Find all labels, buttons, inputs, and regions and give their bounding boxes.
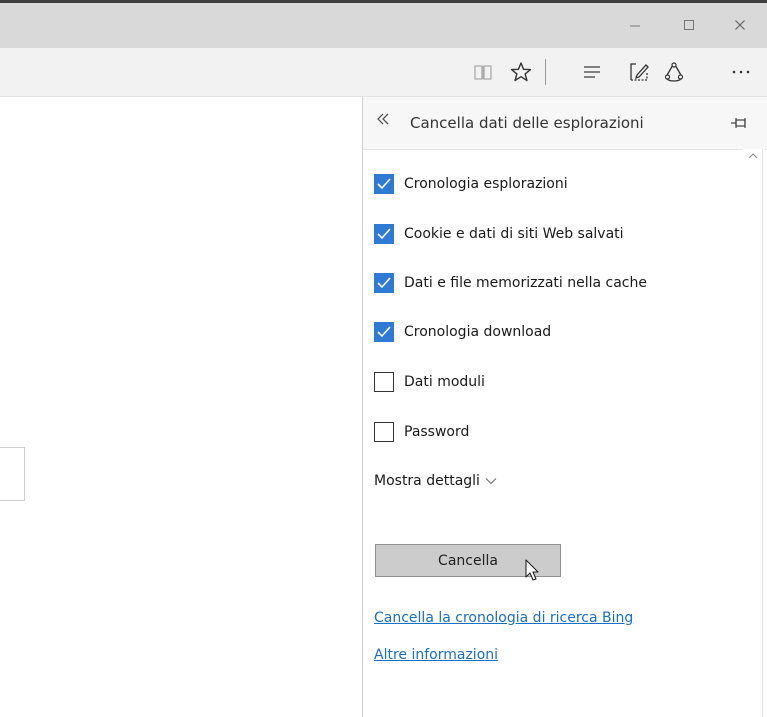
close-icon xyxy=(735,20,745,30)
hub-button[interactable] xyxy=(580,60,604,84)
option-passwords[interactable]: Password xyxy=(374,420,469,444)
checkmark-icon xyxy=(377,178,391,190)
more-icon xyxy=(732,70,750,74)
share-icon xyxy=(664,62,684,82)
panel-scrollbar[interactable] xyxy=(743,149,765,717)
pin-button[interactable] xyxy=(730,113,750,133)
panel-back-button[interactable] xyxy=(375,111,391,132)
more-info-link[interactable]: Altre informazioni xyxy=(374,647,498,663)
checkmark-icon xyxy=(377,277,391,289)
checkbox-browsing-history[interactable] xyxy=(374,174,394,194)
checkbox-form-data[interactable] xyxy=(374,372,394,392)
clear-data-panel: Cancella dati delle esplorazioni Cronolo… xyxy=(362,97,767,717)
page-input-box[interactable] xyxy=(0,447,25,501)
option-label: Cookie e dati di siti Web salvati xyxy=(404,226,624,242)
hub-icon xyxy=(584,66,600,78)
option-label: Dati e file memorizzati nella cache xyxy=(404,275,647,291)
checkmark-icon xyxy=(377,326,391,338)
reading-view-button[interactable] xyxy=(471,60,495,84)
favorites-star-icon xyxy=(510,62,532,82)
browser-toolbar xyxy=(0,48,767,97)
title-bar xyxy=(0,0,767,48)
scroll-up-arrow-icon[interactable] xyxy=(748,151,758,162)
web-note-icon xyxy=(630,63,649,81)
checkmark-icon xyxy=(377,228,391,240)
option-download-history[interactable]: Cronologia download xyxy=(374,320,551,344)
maximize-button[interactable] xyxy=(675,14,703,36)
option-browsing-history[interactable]: Cronologia esplorazioni xyxy=(374,172,568,196)
maximize-icon xyxy=(684,20,694,30)
reading-view-icon xyxy=(474,65,492,80)
checkbox-cache[interactable] xyxy=(374,273,394,293)
favorites-button[interactable] xyxy=(509,60,533,84)
double-chevron-left-icon xyxy=(377,113,389,125)
checkbox-passwords[interactable] xyxy=(374,422,394,442)
close-button[interactable] xyxy=(726,14,754,36)
toolbar-separator xyxy=(545,59,546,85)
option-cookies[interactable]: Cookie e dati di siti Web salvati xyxy=(374,222,624,246)
option-label: Dati moduli xyxy=(404,374,485,390)
show-details-toggle[interactable]: Mostra dettagli xyxy=(374,473,497,489)
checkbox-cookies[interactable] xyxy=(374,224,394,244)
mouse-pointer-icon xyxy=(525,559,539,581)
panel-title: Cancella dati delle esplorazioni xyxy=(410,114,644,132)
panel-header: Cancella dati delle esplorazioni xyxy=(363,97,767,150)
chevron-down-icon xyxy=(485,478,497,485)
option-label: Password xyxy=(404,424,470,440)
show-details-label: Mostra dettagli xyxy=(374,473,480,489)
web-note-button[interactable] xyxy=(627,60,651,84)
minimize-button[interactable] xyxy=(621,14,649,36)
option-cache[interactable]: Dati e file memorizzati nella cache xyxy=(374,271,647,295)
pin-icon xyxy=(731,118,746,128)
window-top-edge xyxy=(0,0,767,3)
share-button[interactable] xyxy=(662,60,686,84)
clear-bing-history-link[interactable]: Cancella la cronologia di ricerca Bing xyxy=(374,610,633,626)
minimize-icon xyxy=(630,25,640,27)
option-label: Cronologia download xyxy=(404,324,552,340)
scrollbar-track xyxy=(762,149,763,717)
more-button[interactable] xyxy=(729,60,753,84)
checkbox-download-history[interactable] xyxy=(374,322,394,342)
clear-button-label: Cancella xyxy=(438,552,498,569)
option-form-data[interactable]: Dati moduli xyxy=(374,370,485,394)
option-label: Cronologia esplorazioni xyxy=(404,176,568,192)
